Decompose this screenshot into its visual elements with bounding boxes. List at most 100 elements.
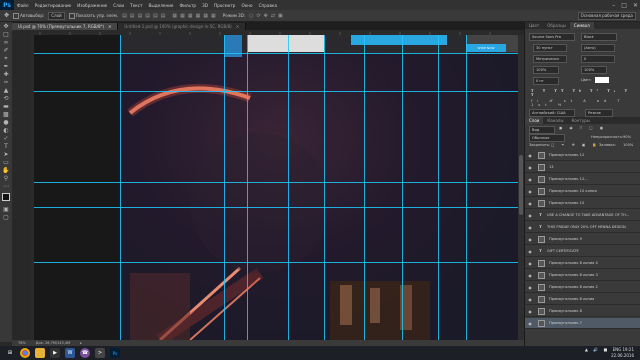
guide-vertical[interactable] <box>324 35 325 340</box>
quick-select-tool-icon[interactable]: ✐ <box>2 47 10 54</box>
tab-character[interactable]: Символ <box>569 22 594 29</box>
antialias-dropdown[interactable]: Резкое <box>585 109 613 117</box>
layer-row[interactable]: ◉ Прямоугольник 8 копия <box>525 294 640 305</box>
tab-layers[interactable]: Слои <box>525 117 544 124</box>
menu-3d[interactable]: 3D <box>199 3 211 8</box>
clock-time[interactable]: 19:21 <box>622 347 634 352</box>
layer-row[interactable]: ◉ Прямоугольник 12 <box>525 150 640 161</box>
shape-tool-icon[interactable]: ▭ <box>2 159 10 166</box>
fill-value[interactable]: 100% <box>623 143 633 147</box>
minimize-icon[interactable]: – <box>612 2 615 9</box>
hand-tool-icon[interactable]: ✋ <box>2 167 10 174</box>
layer-row[interactable]: ◉ Прямоугольник 8 копия 2 <box>525 282 640 293</box>
type-tool-icon[interactable]: T <box>2 143 10 150</box>
lasso-tool-icon[interactable]: ∞ <box>2 39 10 46</box>
status-arrow-icon[interactable]: ▸ <box>80 341 82 345</box>
photoshop-taskbar-icon[interactable]: Ps <box>110 348 120 358</box>
guide-horizontal[interactable] <box>34 53 520 54</box>
guide-vertical[interactable] <box>402 35 403 340</box>
guide-horizontal[interactable] <box>34 262 520 263</box>
layer-row[interactable]: ◉ Прямоугольник 10 <box>525 198 640 209</box>
close-icon[interactable]: ✕ <box>236 24 239 29</box>
close-icon[interactable]: ✕ <box>108 24 111 29</box>
maximize-icon[interactable]: □ <box>621 2 627 9</box>
guide-horizontal[interactable] <box>34 182 520 183</box>
blur-tool-icon[interactable]: ● <box>2 119 10 126</box>
eye-icon[interactable]: ◉ <box>527 273 533 278</box>
workspace-switcher[interactable]: Основная рабочая среда <box>577 12 636 20</box>
eye-icon[interactable]: ◉ <box>527 165 533 170</box>
guide-vertical[interactable] <box>288 35 289 340</box>
guide-horizontal[interactable] <box>34 207 520 208</box>
crop-tool-icon[interactable]: ⌖ <box>2 55 10 62</box>
eye-icon[interactable]: ◉ <box>527 153 533 158</box>
menu-help[interactable]: Справка <box>256 3 280 8</box>
distribute-icons[interactable]: ▦▦▦▦▦▦ <box>172 13 218 19</box>
opentype-buttons[interactable]: fi ♂ st A ad T 1st ½ <box>531 99 640 107</box>
guide-vertical[interactable] <box>224 35 225 340</box>
zoom-level[interactable]: 76% <box>18 341 26 345</box>
quick-mask-icon[interactable]: ▣ <box>2 206 10 213</box>
tray-icons[interactable]: ▲ 🔊 ■ <box>585 347 613 352</box>
move-tool-icon[interactable]: ✥ <box>2 23 10 30</box>
layer-row[interactable]: ◉ Прямоугольник 8 копия 4 <box>525 258 640 269</box>
document-canvas[interactable]: SHOP NOW <box>34 35 520 340</box>
scrollbar-thumb[interactable] <box>519 155 523 215</box>
stamp-tool-icon[interactable]: ▲ <box>2 87 10 94</box>
language-dropdown[interactable]: Английский: США <box>529 109 575 117</box>
eye-icon[interactable]: ◉ <box>527 249 533 254</box>
path-select-tool-icon[interactable]: ➤ <box>2 151 10 158</box>
font-size-field[interactable]: 30 пункт <box>533 44 567 52</box>
input-language[interactable]: ENG <box>613 347 622 352</box>
word-icon[interactable]: W <box>65 348 75 358</box>
menu-filter[interactable]: Фильтр <box>177 3 200 8</box>
eyedropper-tool-icon[interactable]: ✒ <box>2 63 10 70</box>
vertical-scale-field[interactable]: 100% <box>533 66 559 74</box>
layer-row[interactable]: ◉ T THIS FRIDAY ONLY 20% OFF HENNA DESIGN <box>525 222 640 233</box>
eye-icon[interactable]: ◉ <box>527 297 533 302</box>
align-icons[interactable]: ▤▤▤▤▤▤ <box>122 13 168 19</box>
opacity-value[interactable]: 90% <box>623 135 631 139</box>
layer-row[interactable]: ◉ Прямоугольник 7 <box>525 318 640 329</box>
brush-tool-icon[interactable]: ✑ <box>2 79 10 86</box>
windows-start-icon[interactable]: ⊞ <box>5 348 15 358</box>
tracking-field[interactable]: 0 <box>581 55 615 63</box>
eye-icon[interactable]: ◉ <box>527 309 533 314</box>
tab-swatches[interactable]: Образцы <box>543 22 570 29</box>
text-style-buttons[interactable]: T T TT Tt T¹ T₁ T T <box>531 89 640 97</box>
font-family-dropdown[interactable]: Source Sans Pro <box>529 33 575 41</box>
menu-view[interactable]: Просмотр <box>211 3 239 8</box>
font-style-dropdown[interactable]: Black <box>581 33 617 41</box>
menu-image[interactable]: Изображение <box>74 3 110 8</box>
3d-mode-icons[interactable]: ○⟳✥⇄▣ <box>249 13 286 19</box>
show-transform-checkbox[interactable]: Показать упр. элем. <box>68 12 118 19</box>
history-brush-icon[interactable]: ⟲ <box>2 95 10 102</box>
zoom-tool-icon[interactable]: ⚲ <box>2 175 10 182</box>
menu-file[interactable]: Файл <box>14 3 32 8</box>
guide-vertical[interactable] <box>364 35 365 340</box>
menu-select[interactable]: Выделение <box>146 3 177 8</box>
pen-tool-icon[interactable]: ✓ <box>2 135 10 142</box>
more-tools-icon[interactable]: ⋯ <box>2 183 10 190</box>
media-icon[interactable]: ▶ <box>50 348 60 358</box>
eye-icon[interactable]: ◉ <box>527 237 533 242</box>
menu-type[interactable]: Текст <box>127 3 145 8</box>
document-tab-active[interactable]: Ui.psd @ 76% (Прямоугольник 7, RGB/8*) ✕ <box>12 23 119 30</box>
terminal-icon[interactable]: > <box>95 348 105 358</box>
layer-row[interactable]: ◉ Прямоугольник 12... <box>525 174 640 185</box>
eye-icon[interactable]: ◉ <box>527 321 533 326</box>
healing-tool-icon[interactable]: ✚ <box>2 71 10 78</box>
menu-layers[interactable]: Слои <box>110 3 127 8</box>
guide-vertical[interactable] <box>120 35 121 340</box>
text-color-swatch[interactable] <box>595 77 609 83</box>
marquee-tool-icon[interactable]: □ <box>2 31 10 38</box>
layer-row[interactable]: ◉ T USE A CHANGE TO TAKE ADVANTAGE OF TH..… <box>525 210 640 221</box>
screen-mode-icon[interactable]: ▢ <box>2 214 10 221</box>
eye-icon[interactable]: ◉ <box>527 177 533 182</box>
menu-window[interactable]: Окно <box>238 3 255 8</box>
layer-kind-filter[interactable]: Вид <box>529 126 555 134</box>
foreground-color-swatch[interactable] <box>2 193 10 201</box>
dodge-tool-icon[interactable]: ◐ <box>2 127 10 134</box>
color-swatches[interactable] <box>0 193 13 205</box>
menu-edit[interactable]: Редактирование <box>32 3 75 8</box>
